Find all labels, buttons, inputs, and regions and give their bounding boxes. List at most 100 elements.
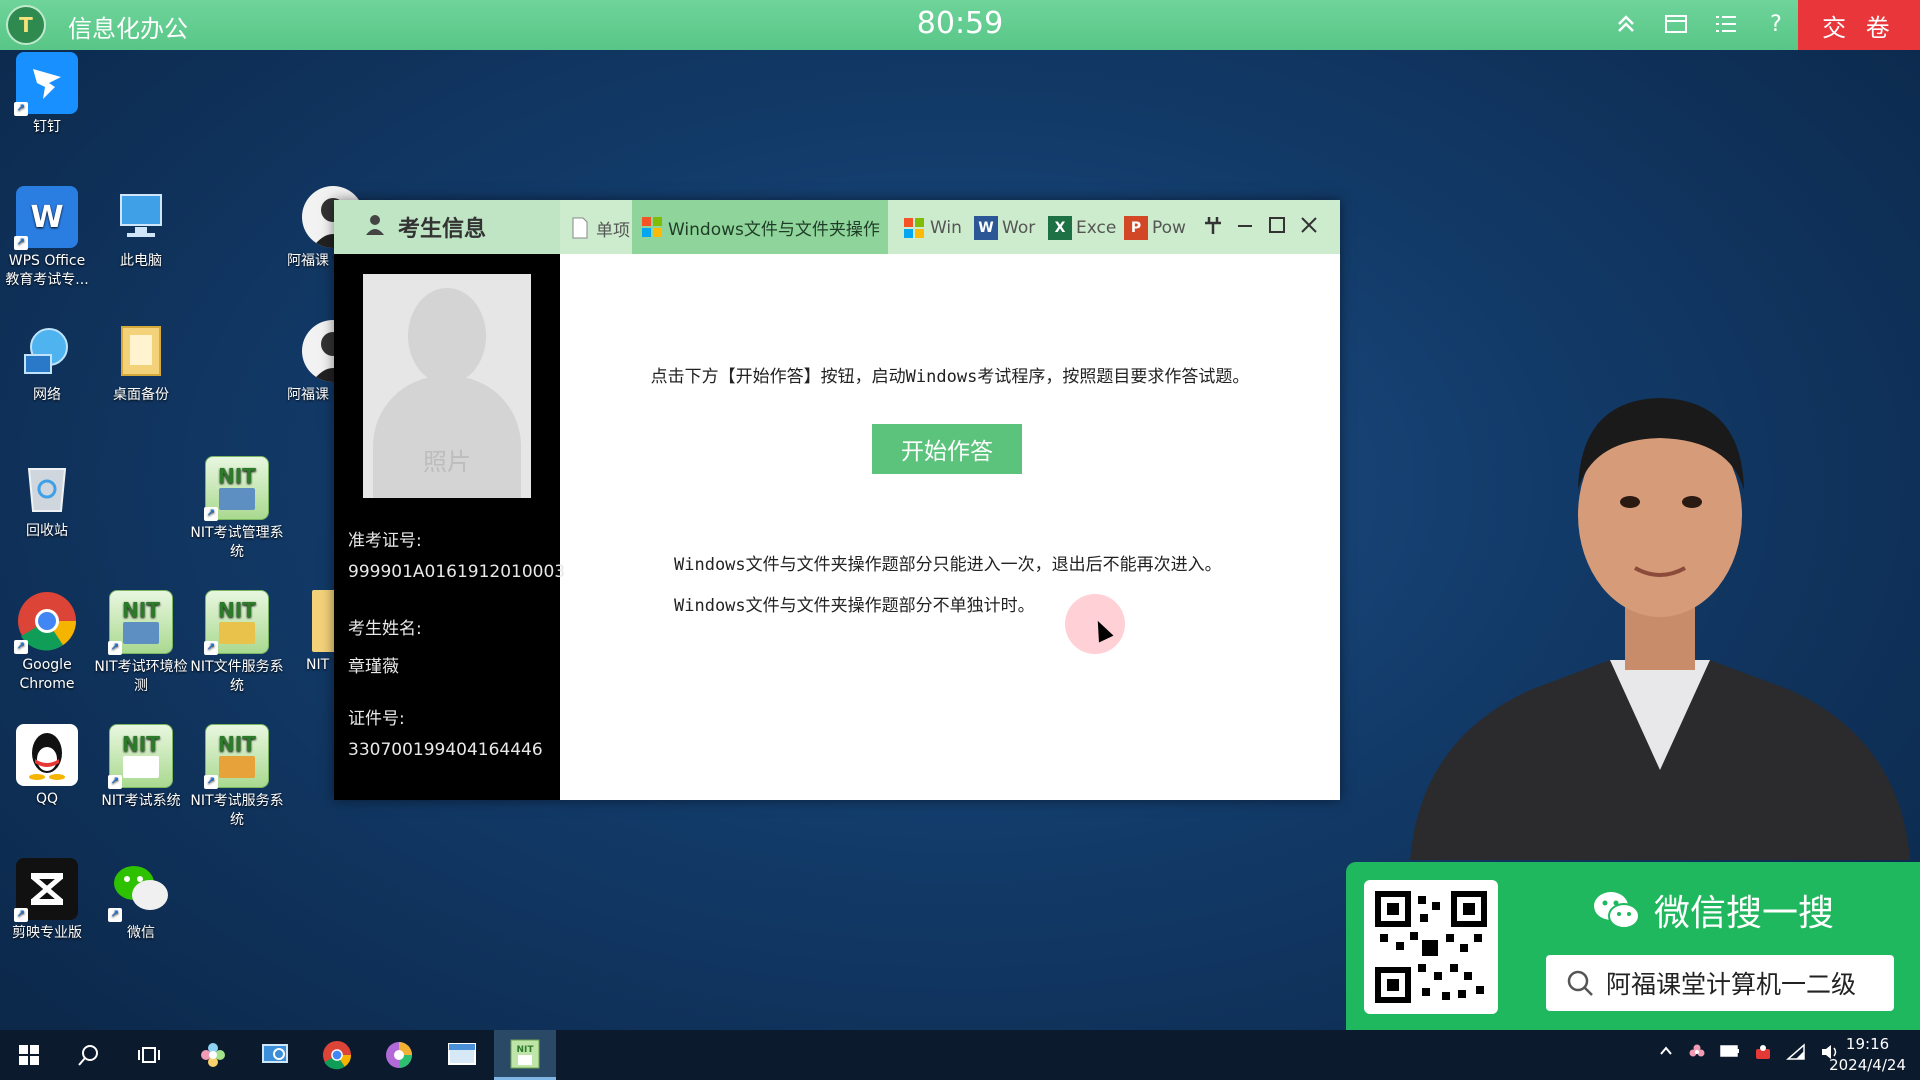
- help-icon[interactable]: ?: [1762, 10, 1790, 38]
- desktop-icon-chrome[interactable]: ↗ Google Chrome: [0, 590, 94, 694]
- shortcut-arrow-icon: ↗: [14, 236, 28, 250]
- app-logo-icon: T: [6, 5, 46, 45]
- start-button[interactable]: [2, 1030, 56, 1080]
- minimize-icon[interactable]: [1232, 214, 1258, 240]
- nit-app-icon: NIT ↗: [108, 590, 173, 655]
- list-icon[interactable]: [1712, 10, 1740, 38]
- submit-exam-button[interactable]: 交 卷: [1798, 0, 1920, 50]
- shortcut-arrow-icon: ↗: [204, 641, 218, 655]
- search-text: 阿福课堂计算机一二级: [1606, 970, 1857, 999]
- system-clock[interactable]: 19:16 2024/4/24: [1829, 1034, 1906, 1076]
- desktop-icon-label: 此电脑: [120, 253, 162, 269]
- document-icon: [568, 216, 592, 240]
- shortcut-arrow-icon: ↗: [108, 775, 122, 789]
- maximize-icon[interactable]: [1264, 214, 1290, 240]
- desktop-icon-label: WPS Office 教育考试专...: [5, 253, 89, 288]
- windows-logo-icon: [902, 216, 926, 240]
- shortcut-arrow-icon: ↗: [14, 102, 28, 116]
- exam-window-header: 考生信息 单项 Windows文件与文件夹操作 Win W Wor X Exce…: [334, 200, 1340, 254]
- search-icon: [1566, 969, 1594, 997]
- close-icon[interactable]: [1296, 214, 1322, 240]
- chevron-up-icon[interactable]: [1658, 1043, 1674, 1065]
- system-tray: [1658, 1043, 1840, 1065]
- pin-icon[interactable]: [1200, 214, 1226, 240]
- desktop-icon-dingtalk[interactable]: ↗ 钉钉: [0, 52, 94, 137]
- name-label: 考生姓名:: [348, 619, 422, 639]
- desktop-icon-nit-exam[interactable]: NIT ↗ NIT考试系统: [94, 724, 188, 811]
- shortcut-arrow-icon: ↗: [108, 641, 122, 655]
- desktop-icon-nit-exam-service[interactable]: NIT ↗ NIT考试服务系统: [190, 724, 284, 830]
- color-wheel-app-icon[interactable]: [372, 1030, 426, 1080]
- desktop-icon-nit-partial[interactable]: NIT: [286, 590, 336, 675]
- tab-windows[interactable]: Win: [902, 210, 968, 246]
- powerpoint-icon: P: [1124, 216, 1148, 240]
- start-answer-button[interactable]: 开始作答: [872, 424, 1022, 474]
- desktop-icon-label: Google Chrome: [19, 657, 75, 692]
- task-view-icon[interactable]: [122, 1030, 176, 1080]
- id-label: 证件号:: [348, 709, 405, 729]
- search-icon[interactable]: [62, 1030, 116, 1080]
- desktop-icon-label: QQ: [35, 791, 59, 807]
- tab-excel[interactable]: X Exce: [1048, 210, 1118, 246]
- desktop-icon-recycle-bin[interactable]: 回收站: [0, 456, 94, 541]
- note-no-timer: Windows文件与文件夹操作题部分不单独计时。: [674, 596, 1035, 616]
- window-icon[interactable]: [1662, 10, 1690, 38]
- shortcut-arrow-icon: ↗: [204, 507, 218, 521]
- taskbar-nit-exam-icon[interactable]: NIT: [494, 1030, 556, 1080]
- word-icon: W: [974, 216, 998, 240]
- battery-icon[interactable]: [1720, 1043, 1740, 1065]
- collapse-up-icon[interactable]: [1612, 10, 1640, 38]
- desktop-icon-capcut[interactable]: ↗ 剪映专业版: [0, 858, 94, 943]
- tab-powerpoint[interactable]: P Pow: [1124, 210, 1190, 246]
- flower-tray-icon[interactable]: [1688, 1043, 1706, 1065]
- desktop-icon-label: 桌面备份: [113, 387, 169, 403]
- tab-word[interactable]: W Wor: [974, 210, 1042, 246]
- candidate-photo: 照片: [363, 274, 531, 498]
- chrome-icon: ↗: [14, 590, 78, 654]
- tab-single-choice[interactable]: 单项: [568, 210, 630, 246]
- desktop-icon-wps[interactable]: W ↗ WPS Office 教育考试专...: [0, 186, 94, 290]
- network-globe-icon: [16, 320, 78, 382]
- flower-app-icon[interactable]: [186, 1030, 240, 1080]
- note-single-entry: Windows文件与文件夹操作题部分只能进入一次，退出后不能再次进入。: [674, 555, 1222, 575]
- dingtalk-icon: ↗: [14, 52, 78, 116]
- tab-label: 单项: [596, 220, 630, 241]
- clock-time: 19:16: [1845, 1035, 1890, 1053]
- desktop-icon-desktop-backup[interactable]: 桌面备份: [94, 320, 188, 405]
- wps-icon: W ↗: [14, 186, 78, 250]
- desktop-icon-label: NIT: [306, 657, 330, 673]
- nit-app-icon: NIT ↗: [108, 724, 173, 789]
- app-title: 信息化办公: [68, 15, 188, 43]
- desktop-icon-qq[interactable]: QQ: [0, 724, 94, 809]
- shortcut-arrow-icon: ↗: [14, 908, 28, 922]
- network-icon[interactable]: [1786, 1043, 1806, 1065]
- desktop-icon-label: 微信: [127, 925, 155, 941]
- recycle-bin-icon: [16, 456, 78, 518]
- desktop-icon-nit-env-check[interactable]: NIT ↗ NIT考试环境检测: [94, 590, 188, 696]
- admission-number: 999901A0161912010003: [348, 562, 566, 582]
- shortcut-arrow-icon: ↗: [14, 640, 28, 654]
- desktop-icon-nit-file-service[interactable]: NIT ↗ NIT文件服务系统: [190, 590, 284, 696]
- desktop-icon-wechat[interactable]: ↗ 微信: [94, 858, 188, 943]
- taskbar-window-app-icon[interactable]: [434, 1030, 490, 1080]
- chrome-icon[interactable]: [310, 1030, 364, 1080]
- tab-label: Exce: [1076, 218, 1117, 238]
- desktop-icon-nit-manage[interactable]: NIT ↗ NIT考试管理系统: [190, 456, 284, 562]
- qq-penguin-icon: [16, 724, 78, 786]
- wechat-search-title: 微信搜一搜: [1592, 884, 1834, 936]
- nit-app-icon: NIT ↗: [204, 590, 269, 655]
- desktop-icon-this-pc[interactable]: 此电脑: [94, 186, 188, 271]
- user-icon: [364, 213, 386, 241]
- wechat-search-banner: 微信搜一搜 阿福课堂计算机一二级: [1346, 862, 1920, 1030]
- desktop-icon-network[interactable]: 网络: [0, 320, 94, 405]
- folder-icon: [312, 590, 336, 652]
- id-number: 330700199404164446: [348, 740, 543, 760]
- screen-tool-icon[interactable]: [248, 1030, 302, 1080]
- tab-candidate-info[interactable]: 考生信息: [334, 200, 560, 254]
- svg-text:NIT: NIT: [516, 1045, 534, 1055]
- input-method-icon[interactable]: [1754, 1043, 1772, 1065]
- exam-main-content: 点击下方【开始作答】按钮，启动Windows考试程序，按照题目要求作答试题。 开…: [560, 254, 1340, 800]
- wechat-search-box[interactable]: 阿福课堂计算机一二级: [1546, 955, 1894, 1011]
- topbar-tools: ?: [1612, 10, 1790, 38]
- tab-windows-file-ops[interactable]: Windows文件与文件夹操作: [632, 200, 888, 254]
